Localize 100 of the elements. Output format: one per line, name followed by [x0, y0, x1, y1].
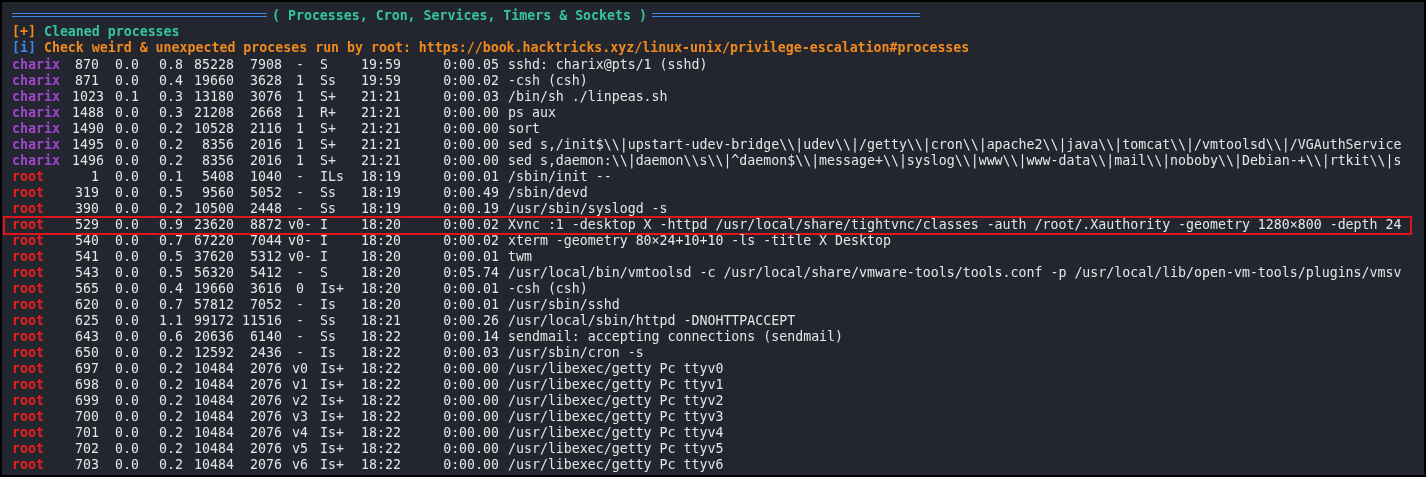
mem-cell-text: 0.2 [158, 457, 183, 474]
mem-cell-text: 0.3 [158, 105, 183, 122]
status-marker: [+] [12, 23, 36, 40]
mem-cell-text: 0.2 [158, 409, 183, 426]
stat-cell-text: Is+ [319, 393, 345, 410]
user-cell-text: charix [12, 153, 61, 170]
cpu-time-cell-text: 0:00.02 [442, 217, 499, 234]
cpu-cell-text: 0.0 [114, 441, 139, 458]
cpu-time-cell-text: 0:00.14 [442, 329, 499, 346]
mem-cell-text: 0.8 [158, 57, 183, 74]
mem-cell-text: 0.1 [158, 169, 183, 186]
cpu-time-cell-text: 0:00.00 [442, 377, 499, 394]
command-cell-text: sshd: charix@pts/1 (sshd) [507, 57, 709, 74]
cpu-cell-text: 0.0 [114, 313, 139, 330]
cpu-cell-text: 0.0 [114, 217, 139, 234]
command-cell-text: sendmail: accepting connections (sendmail) [507, 329, 845, 346]
rss-cell-text: 2076 [249, 409, 282, 426]
vsz-cell-text: 10484 [193, 361, 234, 378]
vsz-cell-text: 10500 [193, 201, 234, 218]
start-time-cell-text: 18:22 [360, 329, 402, 346]
cpu-cell-text: 0.0 [114, 457, 139, 474]
mem-cell-text: 1.1 [158, 313, 183, 330]
user-cell-text: root [12, 281, 45, 298]
pid-cell-text: 643 [74, 329, 99, 346]
pid-cell-text: 870 [74, 57, 99, 74]
tty-cell-text: v0- [287, 217, 313, 234]
vsz-cell-text: 10484 [193, 457, 234, 474]
command-cell-text: sed s,/init$\\|upstart-udev-bridge\\|udev\\|/getty\\|cron\\|apache2\\|java\\|tomcat\\|/vmtoolsd\\|/VGAuthService [507, 137, 1403, 154]
rss-cell-text: 7044 [249, 233, 282, 250]
user-cell-text: root [12, 345, 45, 362]
cpu-cell-text: 0.0 [114, 361, 139, 378]
user-cell-text: charix [12, 121, 61, 137]
mem-cell-text: 0.2 [158, 121, 183, 138]
vsz-cell-text: 99172 [193, 313, 234, 330]
stat-cell-text: Is+ [319, 409, 345, 426]
stat-cell-text: R+ [319, 105, 337, 122]
tty-cell-text: - [295, 185, 305, 202]
stat-cell-text: Is+ [319, 441, 345, 458]
mem-cell-text: 0.5 [158, 265, 183, 282]
pid-cell-text: 319 [74, 185, 99, 202]
user-cell-text: root [12, 457, 45, 474]
mem-cell-text: 0.9 [158, 217, 183, 234]
cpu-cell-text: 0.0 [114, 409, 139, 426]
cpu-time-cell-text: 0:00.05 [442, 57, 499, 74]
command-cell-text: -csh (csh) [507, 73, 589, 90]
mem-cell-text: 0.2 [158, 137, 183, 154]
vsz-cell-text: 10528 [193, 121, 234, 138]
tty-cell-text: - [295, 201, 305, 218]
tty-cell-text: v1 [291, 377, 309, 394]
stat-cell-text: S+ [319, 121, 337, 138]
cpu-time-cell-text: 0:00.01 [442, 169, 499, 186]
stat-cell-text: S [319, 57, 329, 74]
cpu-cell-text: 0.0 [114, 329, 139, 346]
start-time-cell-text: 18:22 [360, 409, 402, 426]
user-cell-text: root [12, 297, 45, 314]
tty-cell-text: - [295, 265, 305, 282]
user-cell-text: root [12, 441, 45, 458]
cpu-cell-text: 0.0 [114, 297, 139, 314]
cpu-cell-text: 0.0 [114, 185, 139, 202]
rss-cell-text: 2076 [249, 377, 282, 394]
rss-cell-text: 2668 [249, 105, 282, 122]
status-marker: [i] [12, 40, 36, 57]
tty-cell-text: v4 [291, 425, 309, 442]
mem-cell-text: 0.2 [158, 425, 183, 442]
stat-cell-text: Is+ [319, 425, 345, 442]
user-cell-text: root [12, 201, 45, 218]
user-cell-text: root [12, 409, 45, 426]
cpu-time-cell-text: 0:00.00 [442, 121, 499, 138]
start-time-cell-text: 18:19 [360, 201, 402, 218]
cpu-cell-text: 0.0 [114, 233, 139, 250]
cpu-cell-text: 0.0 [114, 393, 139, 410]
rss-cell-text: 2076 [249, 393, 282, 410]
pid-cell-text: 700 [74, 409, 99, 426]
mem-cell-text: 0.2 [158, 361, 183, 378]
tty-cell-text: v6 [291, 457, 309, 474]
command-cell-text: /sbin/devd [507, 185, 589, 202]
rss-cell-text: 2016 [249, 153, 282, 170]
cpu-time-cell-text: 0:00.00 [442, 441, 499, 458]
cpu-cell-text: 0.0 [114, 377, 139, 394]
command-cell-text: sed s,daemon:\\|daemon\\s\\|^daemon$\\|message+\\|syslog\\|www\\|www-data\\|mail\\|noboby\\|Debian-+\\|rtkit\\|s [507, 153, 1403, 170]
pid-cell-text: 698 [74, 377, 99, 394]
user-cell-text: root [12, 377, 45, 394]
pid-cell-text: 871 [74, 73, 99, 90]
user-cell-text: charix [12, 89, 61, 105]
stat-cell-text: I [319, 249, 329, 266]
tty-cell-text: v3 [291, 409, 309, 426]
rss-cell-text: 8872 [249, 217, 282, 234]
stat-cell-text: Is [319, 297, 337, 314]
mem-cell-text: 0.3 [158, 89, 183, 106]
command-cell-text: /usr/local/sbin/httpd -DNOHTTPACCEPT [507, 313, 797, 330]
tty-cell-text: - [295, 297, 305, 314]
tty-cell-text: - [295, 169, 305, 186]
cpu-time-cell-text: 0:00.49 [442, 185, 499, 202]
command-cell-text: /usr/libexec/getty Pc ttyv3 [507, 409, 725, 426]
start-time-cell-text: 18:22 [360, 393, 402, 410]
cpu-time-cell-text: 0:00.01 [442, 297, 499, 314]
vsz-cell-text: 10484 [193, 441, 234, 458]
vsz-cell-text: 5408 [201, 169, 234, 186]
vsz-cell-text: 20636 [193, 329, 234, 346]
stat-cell-text: Ss [319, 185, 337, 202]
